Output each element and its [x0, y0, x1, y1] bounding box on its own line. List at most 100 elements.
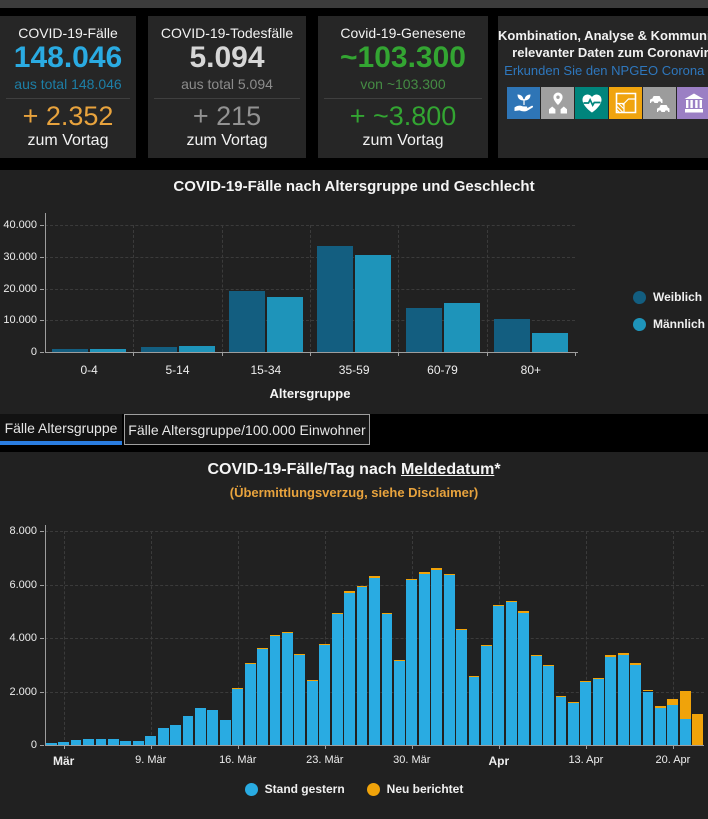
y-axis-label: 10.000	[0, 314, 37, 326]
card-title: Covid-19-Genesene	[318, 25, 488, 41]
daily-bar-reported	[680, 719, 691, 745]
daily-bar-reported	[120, 741, 131, 745]
daily-bar-reported	[46, 743, 57, 745]
daily-bar-new	[344, 591, 355, 592]
y-axis-label: 30.000	[0, 251, 37, 263]
legend-dot	[633, 318, 646, 331]
daily-bar-reported	[481, 646, 492, 745]
hand-plant-icon	[507, 87, 540, 119]
age-chart-plot: 010.00020.00030.00040.0000-45-1415-3435-…	[0, 170, 708, 414]
x-axis-label: Apr	[464, 754, 534, 768]
daily-bar-new	[456, 629, 467, 630]
y-axis-tick	[40, 352, 44, 353]
x-axis-label: 20. Apr	[638, 754, 708, 766]
tab-faelle-altersgruppe-100k[interactable]: Fälle Altersgruppe/100.000 Einwohner	[124, 414, 370, 445]
y-axis-tick	[40, 257, 44, 258]
y-axis-label: 6.000	[0, 579, 37, 591]
daily-bar-reported	[506, 602, 517, 745]
daily-bar-reported	[419, 574, 430, 745]
card-value: 148.046	[0, 41, 136, 75]
daily-bar-reported	[58, 742, 69, 745]
legend-label: Stand gestern	[265, 782, 345, 796]
daily-bar-reported	[133, 741, 144, 745]
y-axis-tick	[40, 692, 44, 693]
daily-bar-new	[667, 699, 678, 705]
daily-bar-reported	[580, 681, 591, 745]
gridline-v	[487, 225, 488, 352]
tab-faelle-altersgruppe[interactable]: Fälle Altersgruppe	[0, 414, 122, 445]
legend-item-weiblich: Weiblich	[633, 290, 705, 304]
y-axis-label: 0	[0, 739, 37, 751]
card-delta: + 215	[148, 101, 306, 132]
daily-bar-new	[630, 663, 641, 665]
daily-bar-reported	[83, 739, 94, 745]
daily-bar-new	[257, 648, 268, 649]
x-axis-label: 30. Mär	[377, 754, 447, 766]
y-axis-label: 40.000	[0, 219, 37, 231]
map-regions-icon	[609, 87, 642, 119]
bar-männlich-80+	[532, 333, 568, 352]
x-axis-label: 15-34	[226, 363, 306, 377]
card-npgeo-info: Kombination, Analyse & Kommunikation rel…	[498, 16, 708, 158]
card-subtitle: aus total 148.046	[0, 75, 136, 93]
npgeo-hub-link[interactable]: Erkunden Sie den NPGEO Corona Hub	[498, 61, 708, 81]
age-chart-legend: Weiblich Männlich	[633, 290, 705, 344]
stat-cards-row: COVID-19-Fälle 148.046 aus total 148.046…	[0, 16, 708, 158]
daily-bar-reported	[307, 681, 318, 745]
daily-bar-new	[245, 663, 256, 664]
y-axis-label: 0	[0, 346, 37, 358]
daily-bar-new	[692, 714, 703, 745]
legend-item-männlich: Männlich	[633, 317, 705, 331]
daily-bar-reported	[158, 728, 169, 745]
card-title: COVID-19-Todesfälle	[148, 25, 306, 41]
daily-bar-reported	[294, 654, 305, 745]
daily-bar-new	[406, 579, 417, 580]
y-axis-line	[45, 525, 46, 745]
bar-weiblich-15-34	[229, 291, 265, 352]
daily-bar-reported	[655, 708, 666, 745]
daily-bar-new	[294, 654, 305, 655]
card-deaths: COVID-19-Todesfälle 5.094 aus total 5.09…	[148, 16, 306, 158]
bar-weiblich-0-4	[52, 349, 88, 352]
x-axis-label: 35-59	[314, 363, 394, 377]
daily-bar-reported	[220, 720, 231, 745]
bar-weiblich-80+	[494, 319, 530, 352]
card-value: ~103.300	[318, 41, 488, 75]
daily-bar-reported	[96, 739, 107, 745]
bar-männlich-0-4	[90, 349, 126, 352]
daily-bar-new	[270, 635, 281, 636]
covid-dashboard: COVID-19-Fälle 148.046 aus total 148.046…	[0, 0, 708, 819]
y-axis-tick	[40, 745, 44, 746]
daily-chart-panel: COVID-19-Fälle/Tag nach Meldedatum* (Übe…	[0, 452, 708, 819]
card-delta: + ~3.800	[318, 101, 488, 132]
heart-pulse-icon	[575, 87, 608, 119]
x-axis-label: 16. Mär	[203, 754, 273, 766]
daily-bar-new	[556, 696, 567, 697]
daily-bar-reported	[469, 677, 480, 745]
daily-bar-new	[332, 613, 343, 614]
x-axis-tick	[222, 352, 223, 356]
card-divider	[154, 98, 300, 99]
daily-bar-new	[580, 681, 591, 682]
legend-item-stand-gestern: Stand gestern	[245, 782, 345, 796]
y-axis-tick	[40, 531, 44, 532]
daily-bar-new	[419, 572, 430, 573]
x-axis-label: 60-79	[403, 363, 483, 377]
y-axis-line	[45, 213, 46, 352]
daily-bar-reported	[282, 633, 293, 745]
tab-label: Fälle Altersgruppe	[5, 420, 118, 436]
daily-bar-new	[431, 568, 442, 569]
daily-bar-new	[531, 655, 542, 656]
daily-bar-new	[618, 653, 629, 655]
daily-bar-new	[307, 680, 318, 681]
daily-bar-new	[319, 644, 330, 645]
daily-bar-new	[643, 690, 654, 691]
bar-männlich-15-34	[267, 297, 303, 352]
gridline-h	[45, 531, 704, 532]
x-axis-label: 13. Apr	[551, 754, 621, 766]
daily-bar-reported	[71, 740, 82, 745]
daily-bar-reported	[344, 593, 355, 745]
legend-label: Weiblich	[653, 290, 702, 304]
info-text-line1: Kombination, Analyse & Kommunikation	[498, 27, 708, 44]
x-axis-line	[45, 352, 578, 353]
